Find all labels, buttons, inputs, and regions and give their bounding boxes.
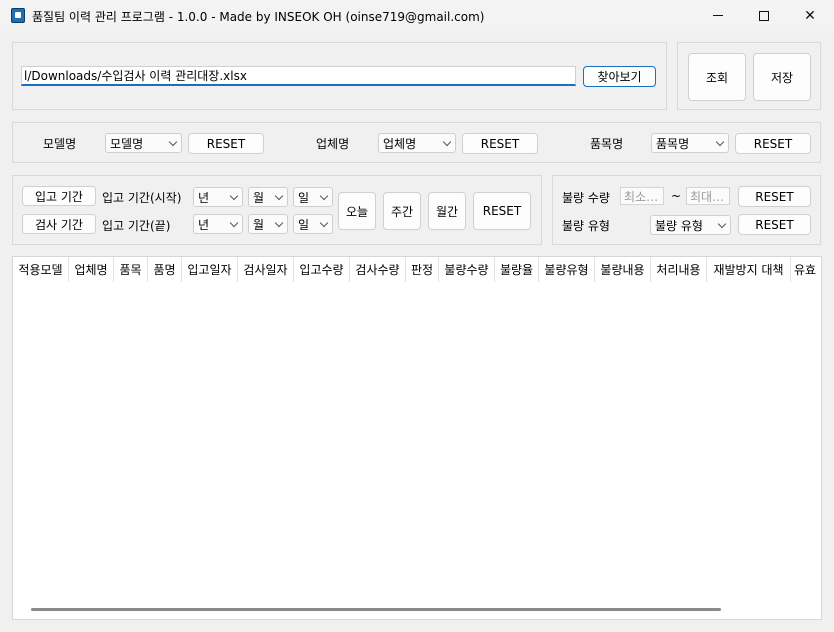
save-button[interactable]: 저장	[753, 53, 811, 101]
defect-max-input[interactable]: 최대…	[686, 187, 730, 205]
end-month-value: 월	[253, 217, 265, 232]
end-day-select[interactable]: 일	[293, 214, 333, 234]
horizontal-scrollbar[interactable]	[31, 608, 721, 611]
start-day-select[interactable]: 일	[293, 187, 333, 207]
month-button[interactable]: 월간	[428, 192, 466, 230]
defect-type-select[interactable]: 불량 유형	[650, 215, 731, 235]
minimize-button[interactable]	[695, 0, 741, 31]
column-header[interactable]: 품목	[114, 257, 148, 282]
chevron-down-icon	[229, 191, 239, 201]
tilde-label: ~	[671, 189, 682, 203]
data-table[interactable]: 적용모델 업체명 품목 품명 입고일자 검사일자 입고수량 검사수량 판정 불량…	[12, 256, 822, 620]
column-header[interactable]: 검사수량	[350, 257, 406, 282]
column-header[interactable]: 검사일자	[238, 257, 294, 282]
column-header[interactable]: 유효	[791, 257, 821, 282]
chevron-down-icon	[274, 218, 284, 228]
column-header[interactable]: 입고수량	[294, 257, 350, 282]
close-button[interactable]: ✕	[787, 0, 833, 31]
column-header[interactable]: 불량율	[495, 257, 539, 282]
item-select-value: 품목명	[656, 136, 690, 151]
vendor-reset-button[interactable]: RESET	[462, 133, 538, 154]
week-button[interactable]: 주간	[383, 192, 421, 230]
column-header[interactable]: 품명	[148, 257, 182, 282]
defect-min-input[interactable]: 최소…	[620, 187, 664, 205]
title-bar: 품질팀 이력 관리 프로그램 - 1.0.0 - Made by INSEOK …	[0, 0, 834, 31]
column-header[interactable]: 처리내용	[651, 257, 707, 282]
start-day-value: 일	[298, 190, 310, 205]
defect-qty-label: 불량 수량	[562, 191, 610, 205]
app-icon	[11, 8, 25, 23]
start-year-value: 년	[198, 190, 210, 205]
today-button[interactable]: 오늘	[338, 192, 376, 230]
column-header[interactable]: 업체명	[69, 257, 114, 282]
maximize-button[interactable]	[741, 0, 787, 31]
receive-period-button[interactable]: 입고 기간	[22, 186, 96, 206]
chevron-down-icon	[717, 219, 727, 229]
window-title: 품질팀 이력 관리 프로그램 - 1.0.0 - Made by INSEOK …	[32, 10, 485, 24]
start-month-select[interactable]: 월	[248, 187, 288, 207]
column-header[interactable]: 적용모델	[13, 257, 69, 282]
item-label: 품목명	[590, 137, 624, 151]
date-reset-button[interactable]: RESET	[473, 192, 531, 230]
table-header: 적용모델 업체명 품목 품명 입고일자 검사일자 입고수량 검사수량 판정 불량…	[13, 257, 821, 282]
end-date-label: 입고 기간(끝)	[102, 219, 171, 233]
defect-type-label: 불량 유형	[562, 219, 610, 233]
model-label: 모델명	[43, 137, 77, 151]
column-header[interactable]: 판정	[406, 257, 439, 282]
start-date-label: 입고 기간(시작)	[102, 191, 182, 205]
search-button[interactable]: 조회	[688, 53, 746, 101]
column-header[interactable]: 입고일자	[182, 257, 238, 282]
column-header[interactable]: 불량수량	[439, 257, 495, 282]
defect-type-reset-button[interactable]: RESET	[738, 214, 811, 235]
model-reset-button[interactable]: RESET	[188, 133, 264, 154]
column-header[interactable]: 불량내용	[595, 257, 651, 282]
defect-qty-reset-button[interactable]: RESET	[738, 186, 811, 207]
column-header[interactable]: 재발방지 대책	[707, 257, 791, 282]
chevron-down-icon	[274, 191, 284, 201]
item-reset-button[interactable]: RESET	[735, 133, 811, 154]
end-day-value: 일	[298, 217, 310, 232]
chevron-down-icon	[442, 137, 452, 147]
vendor-select[interactable]: 업체명	[378, 133, 456, 153]
maximize-icon	[759, 10, 769, 21]
chevron-down-icon	[715, 137, 725, 147]
defect-type-value: 불량 유형	[655, 218, 703, 233]
inspect-period-button[interactable]: 검사 기간	[22, 214, 96, 234]
end-year-select[interactable]: 년	[193, 214, 243, 234]
chevron-down-icon	[319, 218, 329, 228]
chevron-down-icon	[319, 191, 329, 201]
file-path-input[interactable]: l/Downloads/수입검사 이력 관리대장.xlsx	[21, 66, 576, 86]
browse-button[interactable]: 찾아보기	[583, 66, 656, 87]
end-year-value: 년	[198, 217, 210, 232]
start-year-select[interactable]: 년	[193, 187, 243, 207]
column-header[interactable]: 불량유형	[539, 257, 595, 282]
minimize-icon	[713, 15, 723, 16]
start-month-value: 월	[253, 190, 265, 205]
end-month-select[interactable]: 월	[248, 214, 288, 234]
chevron-down-icon	[229, 218, 239, 228]
close-icon: ✕	[804, 7, 816, 24]
vendor-label: 업체명	[316, 137, 350, 151]
model-select-value: 모델명	[110, 136, 144, 151]
model-select[interactable]: 모델명	[105, 133, 182, 153]
vendor-select-value: 업체명	[383, 136, 417, 151]
item-select[interactable]: 품목명	[651, 133, 729, 153]
chevron-down-icon	[168, 137, 178, 147]
